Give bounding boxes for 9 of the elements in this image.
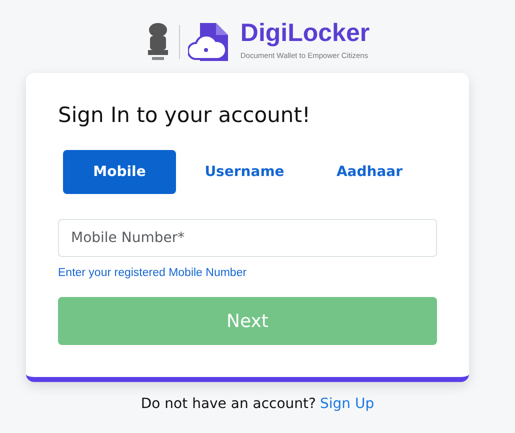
mobile-number-field[interactable]: Mobile Number* xyxy=(58,219,437,258)
login-tab[interactable]: Mobile xyxy=(63,150,176,194)
login-tab[interactable]: Username xyxy=(188,150,301,194)
card-title: Sign In to your account! xyxy=(58,103,312,128)
login-tab[interactable]: Aadhaar xyxy=(313,150,426,194)
signup-prompt: Do not have an account? xyxy=(140,395,316,414)
brand-name: DigiLocker xyxy=(240,21,370,46)
sign-up-link[interactable]: Sign Up xyxy=(320,394,374,416)
field-hint: Enter your registered Mobile Number xyxy=(58,266,248,282)
